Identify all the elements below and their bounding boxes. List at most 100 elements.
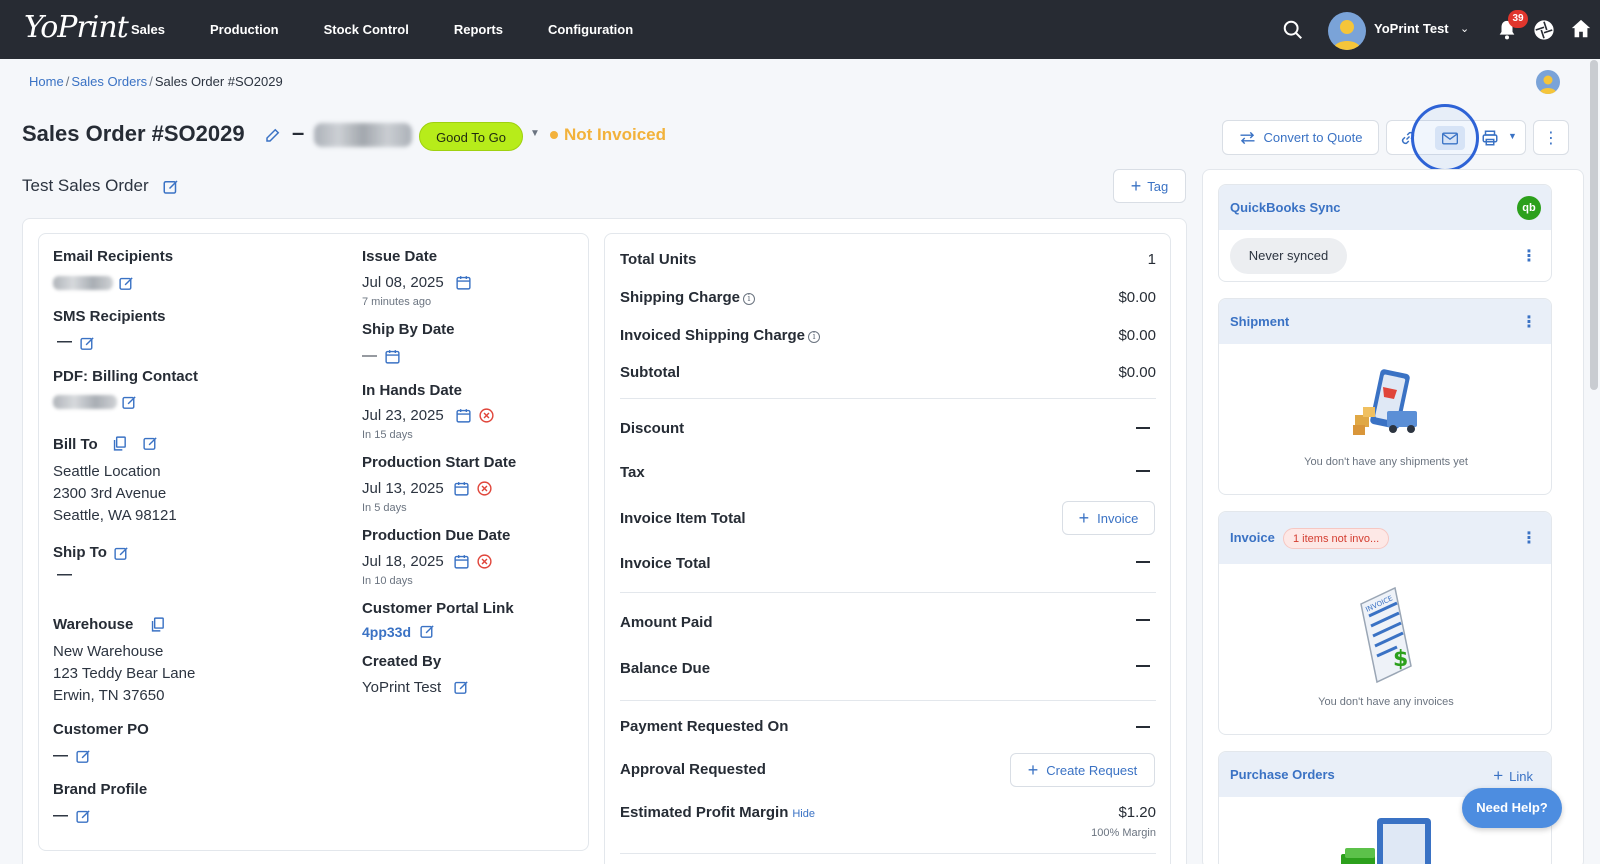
warehouse-line-2: 123 Teddy Bear Lane: [53, 665, 196, 682]
add-tag-label: Tag: [1147, 178, 1169, 194]
shipping-charge-label: Shipping Charge i: [620, 289, 755, 306]
status-dropdown-icon[interactable]: ▼: [530, 128, 540, 139]
edit-icon[interactable]: [121, 394, 138, 411]
invoice-total-label: Invoice Total: [620, 555, 711, 572]
breadcrumb-sales-orders[interactable]: Sales Orders: [71, 74, 147, 89]
clear-date-icon[interactable]: [476, 480, 493, 497]
discount-label: Discount: [620, 420, 685, 437]
profit-margin-text: Estimated Profit Margin: [620, 804, 789, 821]
aperture-icon[interactable]: [1533, 19, 1555, 41]
convert-to-quote-button[interactable]: Convert to Quote: [1222, 120, 1379, 155]
purchase-orders-illustration-icon: [1341, 818, 1431, 864]
email-recipients-label: Email Recipients: [53, 248, 174, 265]
profit-margin-value: $1.20: [1118, 804, 1156, 821]
edit-icon[interactable]: [264, 126, 282, 144]
nav-stock-control[interactable]: Stock Control: [324, 22, 409, 37]
edit-icon[interactable]: [453, 679, 470, 696]
edit-icon[interactable]: [75, 808, 92, 825]
viewer-avatar[interactable]: [1536, 70, 1560, 94]
chevron-down-icon[interactable]: ⌄: [1460, 22, 1469, 35]
billing-contact-redacted: [53, 395, 117, 409]
kebab-menu-icon[interactable]: ⋮: [1521, 528, 1537, 548]
shipment-title: Shipment: [1230, 314, 1290, 329]
invoice-header: Invoice 1 items not invo... ⋮: [1219, 512, 1551, 564]
edit-icon[interactable]: [162, 178, 180, 196]
purchase-orders-title: Purchase Orders: [1230, 767, 1335, 782]
calendar-icon[interactable]: [453, 553, 470, 570]
edit-icon[interactable]: [75, 748, 92, 765]
status-badge[interactable]: Good To Go: [419, 122, 523, 151]
user-avatar[interactable]: [1328, 12, 1366, 50]
profit-margin-label: Estimated Profit Margin Hide: [620, 804, 815, 821]
tax-empty-dash: [1136, 470, 1150, 472]
shipment-card: Shipment ⋮ You don't have any shipments …: [1218, 298, 1552, 495]
copy-icon[interactable]: [111, 435, 128, 452]
add-invoice-label: Invoice: [1097, 510, 1139, 526]
title-separator: –: [292, 120, 305, 145]
edit-icon[interactable]: [142, 435, 159, 452]
clear-date-icon[interactable]: [476, 553, 493, 570]
hide-profit-link[interactable]: Hide: [792, 808, 815, 820]
nav-production[interactable]: Production: [210, 22, 279, 37]
add-tag-button[interactable]: + Tag: [1113, 169, 1186, 203]
calendar-icon[interactable]: [453, 480, 470, 497]
summary-divider: [620, 592, 1156, 593]
invoiced-shipping-value: $0.00: [1118, 327, 1156, 344]
profit-margin-percent: 100% Margin: [1091, 827, 1156, 839]
issue-date-label: Issue Date: [362, 248, 438, 265]
info-icon[interactable]: i: [808, 331, 821, 343]
user-name[interactable]: YoPrint Test: [1374, 21, 1449, 36]
created-by-label: Created By: [362, 653, 442, 670]
summary-divider: [620, 700, 1156, 701]
sync-status-chip: Never synced: [1230, 238, 1347, 274]
customer-name-redacted[interactable]: [314, 123, 412, 147]
invoice-title: Invoice: [1230, 530, 1275, 545]
shipment-header: Shipment ⋮: [1219, 299, 1551, 344]
quickbooks-sync-card: QuickBooks Sync qb Never synced ⋮: [1218, 184, 1552, 282]
svg-text:$: $: [1393, 647, 1408, 672]
printer-icon[interactable]: [1481, 129, 1499, 147]
nav-sales[interactable]: Sales: [131, 22, 165, 37]
invoice-status: Not Invoiced: [564, 125, 667, 144]
swap-arrows-icon: [1240, 131, 1254, 144]
edit-icon[interactable]: [118, 275, 135, 292]
page-scrollbar[interactable]: [1590, 60, 1598, 390]
page-title: Sales Order #SO2029: [22, 121, 245, 146]
more-options-button[interactable]: ⋮: [1533, 120, 1569, 155]
ship-by-date-value: —: [362, 347, 377, 364]
sms-recipients-label: SMS Recipients: [53, 308, 166, 325]
kebab-menu-icon[interactable]: ⋮: [1521, 312, 1537, 332]
home-icon[interactable]: [1570, 18, 1592, 40]
edit-icon[interactable]: [113, 545, 130, 562]
kebab-menu-icon[interactable]: ⋮: [1521, 246, 1537, 266]
copy-icon[interactable]: [149, 616, 166, 633]
edit-icon[interactable]: [79, 335, 96, 352]
ship-to-label: Ship To: [53, 544, 107, 561]
calendar-icon[interactable]: [455, 407, 472, 424]
pdf-billing-contact-label: PDF: Billing Contact: [53, 368, 198, 385]
info-icon[interactable]: i: [743, 293, 755, 305]
production-start-value: Jul 13, 2025: [362, 480, 444, 497]
calendar-icon[interactable]: [384, 348, 401, 365]
edit-icon[interactable]: [419, 623, 436, 640]
clear-date-icon[interactable]: [478, 407, 495, 424]
print-dropdown-icon[interactable]: ▼: [1508, 131, 1517, 141]
in-hands-date-note: In 15 days: [362, 429, 413, 441]
email-recipients-redacted: [53, 276, 113, 290]
customer-portal-label: Customer Portal Link: [362, 600, 514, 617]
add-invoice-button[interactable]: + Invoice: [1062, 501, 1155, 535]
breadcrumb-home[interactable]: Home: [29, 74, 64, 89]
yoprint-logo[interactable]: YoPrint: [24, 10, 129, 45]
nav-reports[interactable]: Reports: [454, 22, 503, 37]
production-start-note: In 5 days: [362, 502, 407, 514]
customer-portal-link[interactable]: 4pp33d: [362, 624, 411, 640]
search-icon[interactable]: [1282, 19, 1304, 41]
need-help-button[interactable]: Need Help?: [1462, 788, 1562, 828]
bill-to-line-1: Seattle Location: [53, 463, 161, 480]
link-purchase-order-button[interactable]: + Link: [1493, 766, 1533, 786]
calendar-icon[interactable]: [455, 274, 472, 291]
summary-divider: [620, 853, 1156, 854]
create-request-button[interactable]: + Create Request: [1010, 753, 1155, 787]
balance-due-label: Balance Due: [620, 660, 711, 677]
nav-configuration[interactable]: Configuration: [548, 22, 633, 37]
